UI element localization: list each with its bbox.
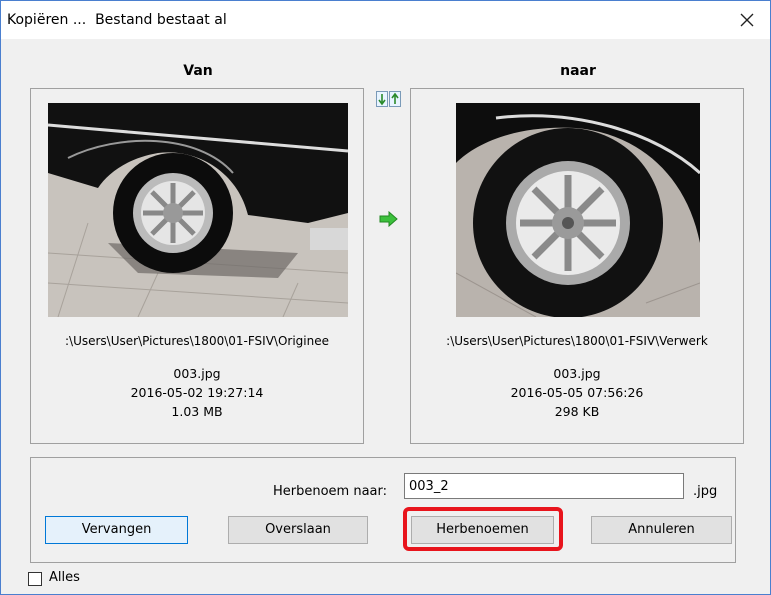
all-checkbox[interactable] <box>28 572 42 586</box>
source-filename: 003.jpg <box>173 366 221 381</box>
source-panel: :\Users\User\Pictures\1800\01-FSIV\Origi… <box>30 88 364 444</box>
window-title: Kopiëren ... Bestand bestaat al <box>7 12 227 28</box>
target-size: 298 KB <box>554 404 600 419</box>
target-path: :\Users\User\Pictures\1800\01-FSIV\Verwe… <box>446 334 708 348</box>
right-arrow-icon <box>379 210 399 228</box>
source-header: Van <box>183 63 213 79</box>
rename-label: Herbenoem naar: <box>273 484 388 499</box>
close-button[interactable] <box>732 7 762 33</box>
file-exists-dialog: Kopiëren ... Bestand bestaat al Van:\Us… <box>0 0 771 595</box>
source-thumbnail <box>48 103 348 317</box>
swap-arrows-icon[interactable] <box>376 91 402 107</box>
target-header: naar <box>560 63 596 79</box>
source-size: 1.03 MB <box>171 404 223 419</box>
cancel-button[interactable]: Annuleren <box>591 516 732 544</box>
source-date: 2016-05-02 19:27:14 <box>130 385 264 400</box>
target-date: 2016-05-05 07:56:26 <box>510 385 644 400</box>
target-panel: :\Users\User\Pictures\1800\01-FSIV\Verwe… <box>410 88 744 444</box>
close-icon <box>740 13 754 27</box>
replace-button[interactable]: Vervangen <box>45 516 188 544</box>
target-thumbnail <box>456 103 700 317</box>
all-checkbox-label[interactable]: Alles <box>49 570 80 585</box>
skip-button[interactable]: Overslaan <box>228 516 368 544</box>
rename-extension: .jpg <box>693 484 718 499</box>
target-filename: 003.jpg <box>553 366 601 381</box>
rename-input[interactable] <box>404 473 684 499</box>
source-path: :\Users\User\Pictures\1800\01-FSIV\Origi… <box>64 334 329 348</box>
title-bar: Kopiëren ... Bestand bestaat al <box>1 1 770 39</box>
rename-button-highlight <box>403 507 563 551</box>
